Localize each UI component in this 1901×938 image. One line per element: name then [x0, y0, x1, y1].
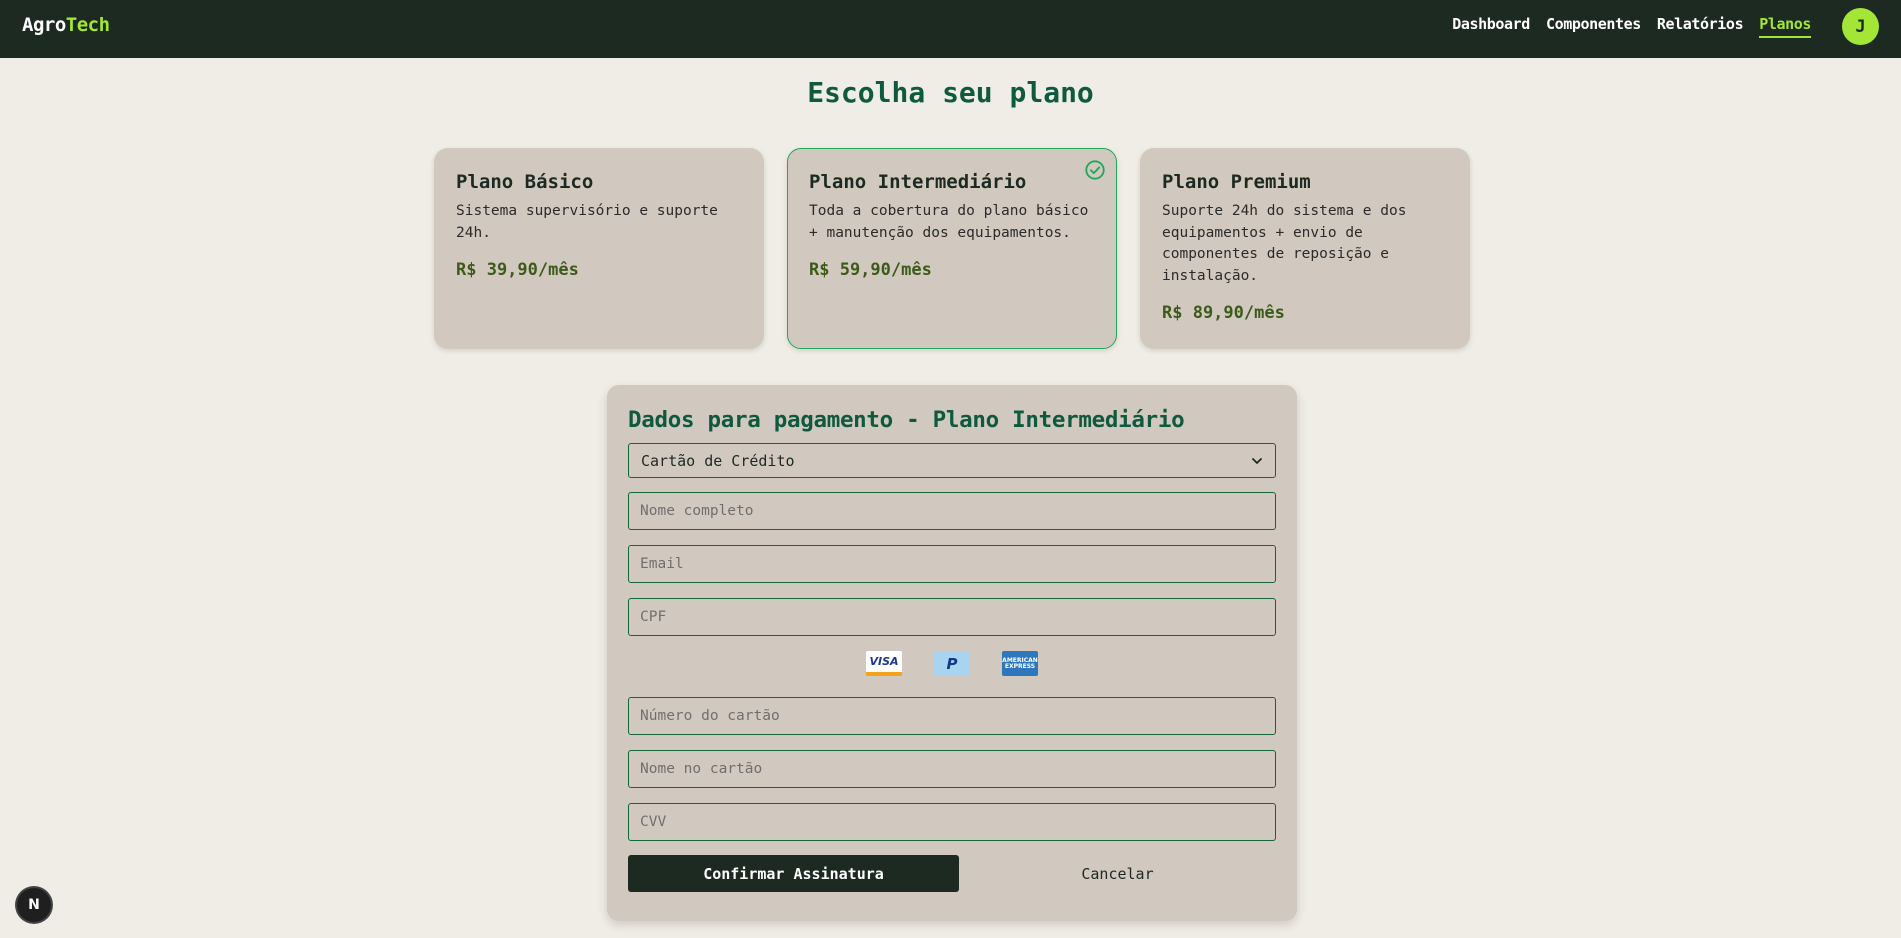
plan-card-intermediario[interactable]: Plano Intermediário Toda a cobertura do …: [787, 148, 1117, 349]
plan-name: Plano Intermediário: [809, 171, 1027, 193]
user-avatar[interactable]: J: [1842, 8, 1879, 45]
plan-cards: Plano Básico Sistema supervisório e supo…: [434, 148, 1470, 349]
plan-card-premium[interactable]: Plano Premium Suporte 24h do sistema e d…: [1140, 148, 1470, 349]
card-name-input[interactable]: [628, 750, 1276, 788]
paypal-icon[interactable]: P: [934, 651, 970, 676]
plan-description: Toda a cobertura do plano básico + manut…: [809, 203, 1089, 241]
card-number-input[interactable]: [628, 697, 1276, 735]
nav-link-planos[interactable]: Planos: [1759, 15, 1811, 38]
plan-price: R$ 39,90/mês: [456, 260, 579, 280]
plan-description: Suporte 24h do sistema e dos equipamento…: [1162, 203, 1407, 284]
plan-description: Sistema supervisório e suporte 24h.: [456, 203, 718, 241]
plan-name: Plano Premium: [1162, 171, 1311, 193]
form-actions: Confirmar Assinatura Cancelar: [628, 855, 1276, 892]
main-nav: Dashboard Componentes Relatórios Planos: [1452, 15, 1811, 38]
payment-method-value: Cartão de Crédito: [641, 451, 795, 470]
cancel-button[interactable]: Cancelar: [959, 855, 1276, 892]
page-title: Escolha seu plano: [807, 76, 1094, 109]
visa-icon[interactable]: VISA: [866, 651, 902, 676]
confirm-subscription-button[interactable]: Confirmar Assinatura: [628, 855, 959, 892]
email-input[interactable]: [628, 545, 1276, 583]
payment-form: Dados para pagamento - Plano Intermediár…: [607, 385, 1297, 921]
cvv-input[interactable]: [628, 803, 1276, 841]
dev-tools-badge[interactable]: N: [17, 888, 51, 922]
top-navbar: AgroTech Dashboard Componentes Relatório…: [0, 0, 1901, 58]
payment-title: Dados para pagamento - Plano Intermediár…: [628, 407, 1185, 433]
amex-icon[interactable]: AMERICAN EXPRESS: [1002, 651, 1038, 676]
plan-price: R$ 59,90/mês: [809, 260, 932, 280]
card-brand-logos: VISA P AMERICAN EXPRESS: [628, 651, 1276, 678]
nav-link-componentes[interactable]: Componentes: [1546, 15, 1641, 38]
logo-accent-text: Tech: [65, 14, 110, 36]
plan-price: R$ 89,90/mês: [1162, 303, 1285, 323]
full-name-input[interactable]: [628, 492, 1276, 530]
chevron-down-icon: [1252, 457, 1262, 464]
plan-name: Plano Básico: [456, 171, 594, 193]
nav-link-dashboard[interactable]: Dashboard: [1452, 15, 1530, 38]
logo-main-text: Agro: [22, 14, 66, 36]
check-circle-icon: [1085, 160, 1105, 180]
cpf-input[interactable]: [628, 598, 1276, 636]
plan-card-basico[interactable]: Plano Básico Sistema supervisório e supo…: [434, 148, 764, 349]
nav-link-relatorios[interactable]: Relatórios: [1657, 15, 1744, 38]
payment-method-select[interactable]: Cartão de Crédito: [628, 443, 1276, 478]
app-logo[interactable]: AgroTech: [22, 14, 110, 36]
